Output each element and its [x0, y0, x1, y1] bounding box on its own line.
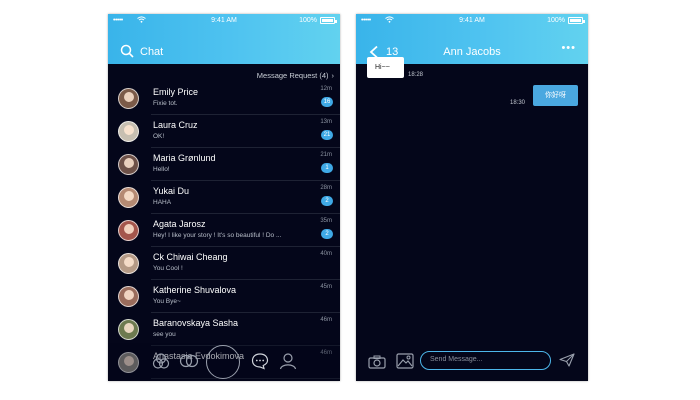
chat-list-item[interactable]: Laura Cruz OK! 13m 21: [108, 115, 340, 148]
chat-list-item[interactable]: Ck Chiwai Cheang You Cool ! 40m: [108, 247, 340, 280]
message-preview: HAHA: [153, 199, 172, 206]
avatar: [118, 187, 139, 208]
message-preview: You Bye~: [153, 298, 181, 305]
chat-list-item[interactable]: Agata Jarosz Hey! I like your story ! It'…: [108, 214, 340, 247]
image-icon[interactable]: [396, 353, 414, 369]
search-icon[interactable]: [120, 44, 134, 58]
chat-detail-screen: ••••• 9:41 AM 100% 13 Ann Jacobs ••• Hi~…: [356, 14, 588, 381]
more-options-icon[interactable]: •••: [561, 42, 576, 54]
home-button[interactable]: [206, 345, 240, 379]
chat-list-item[interactable]: Yukai Du HAHA 28m 2: [108, 181, 340, 214]
chat-list-item[interactable]: Katherine Shuvalova You Bye~ 45m: [108, 280, 340, 313]
avatar: [118, 121, 139, 142]
chat-list-item[interactable]: Maria Grønlund Hello! 21m 1: [108, 148, 340, 181]
avatar: [118, 88, 139, 109]
friends-icon[interactable]: [179, 352, 199, 370]
message-preview: Hey! I like your story ! It's so beautif…: [153, 232, 282, 239]
contact-name: Laura Cruz: [153, 120, 198, 130]
message-time: 35m: [320, 218, 332, 224]
message-input-bar: Send Message...: [356, 347, 588, 381]
incoming-message[interactable]: Hi~~: [367, 57, 404, 78]
battery-percent: 100%: [547, 17, 565, 24]
message-time: 13m: [320, 119, 332, 125]
unread-badge: 16: [321, 97, 333, 107]
message-input[interactable]: Send Message...: [420, 351, 551, 370]
message-preview: Hello!: [153, 166, 170, 173]
contact-name: Baranovskaya Sasha: [153, 318, 239, 328]
message-time: 46m: [320, 317, 332, 323]
chat-list-item[interactable]: Baranovskaya Sasha see you 46m: [108, 313, 340, 346]
tab-bar: [108, 343, 340, 381]
chat-list-header: ••••• 9:41 AM 100% Chat: [108, 14, 340, 64]
message-time: 40m: [320, 251, 332, 257]
message-request-label: Message Request (4): [256, 71, 329, 80]
chat-list-screen: ••••• 9:41 AM 100% Chat Message Request …: [108, 14, 340, 381]
chat-icon[interactable]: [251, 352, 269, 370]
message-time: 21m: [320, 152, 332, 158]
discover-icon[interactable]: [152, 352, 170, 370]
avatar: [118, 319, 139, 340]
unread-badge: 21: [321, 130, 333, 140]
contact-name: Yukai Du: [153, 186, 190, 196]
avatar: [118, 253, 139, 274]
avatar: [118, 220, 139, 241]
message-time: 45m: [320, 284, 332, 290]
unread-badge: 2: [321, 229, 333, 239]
message-preview: You Cool !: [153, 265, 183, 272]
chevron-right-icon: ›: [331, 71, 335, 80]
contact-name: Agata Jarosz: [153, 219, 206, 229]
battery-percent: 100%: [299, 17, 317, 24]
incoming-message-time: 18:28: [408, 72, 424, 78]
message-request-link[interactable]: Message Request (4) ›: [257, 71, 334, 80]
profile-icon[interactable]: [279, 352, 297, 370]
stage: ••••• 9:41 AM 100% Chat Message Request …: [0, 0, 700, 400]
camera-icon[interactable]: [368, 355, 386, 369]
outgoing-message-time: 18:30: [510, 100, 526, 106]
chat-list-item[interactable]: Emily Price Fixie tot. 12m 16: [108, 82, 340, 115]
contact-name: Maria Grønlund: [153, 153, 216, 163]
avatar: [118, 154, 139, 175]
contact-name: Emily Price: [153, 87, 199, 97]
unread-badge: 2: [321, 196, 333, 206]
unread-badge: 1: [321, 163, 333, 173]
message-preview: see you: [153, 331, 176, 338]
send-icon[interactable]: [559, 353, 575, 367]
message-preview: Fixie tot.: [153, 100, 178, 107]
message-time: 12m: [320, 86, 332, 92]
battery-icon: [320, 17, 337, 24]
outgoing-message[interactable]: 你好呀: [533, 85, 578, 106]
contact-name: Ck Chiwai Cheang: [153, 252, 228, 262]
status-bar: ••••• 9:41 AM 100%: [108, 14, 340, 27]
message-preview: OK!: [153, 133, 165, 140]
avatar: [118, 286, 139, 307]
message-time: 28m: [320, 185, 332, 191]
page-title: Chat: [140, 46, 164, 58]
status-bar: ••••• 9:41 AM 100%: [356, 14, 588, 27]
battery-icon: [568, 17, 585, 24]
contact-name: Katherine Shuvalova: [153, 285, 237, 295]
